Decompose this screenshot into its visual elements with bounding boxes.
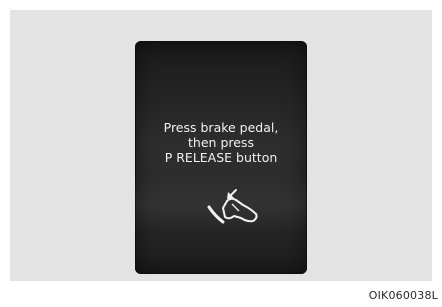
brake-pedal-press-icon	[207, 189, 258, 224]
cluster-display: Press brake pedal, then press P RELEASE …	[135, 41, 307, 274]
message-line-3: P RELEASE button	[164, 150, 278, 165]
display-message: Press brake pedal, then press P RELEASE …	[135, 120, 307, 165]
message-line-2: then press	[188, 135, 254, 150]
message-line-1: Press brake pedal,	[163, 120, 279, 135]
figure-code: OIK060038L	[368, 289, 438, 302]
